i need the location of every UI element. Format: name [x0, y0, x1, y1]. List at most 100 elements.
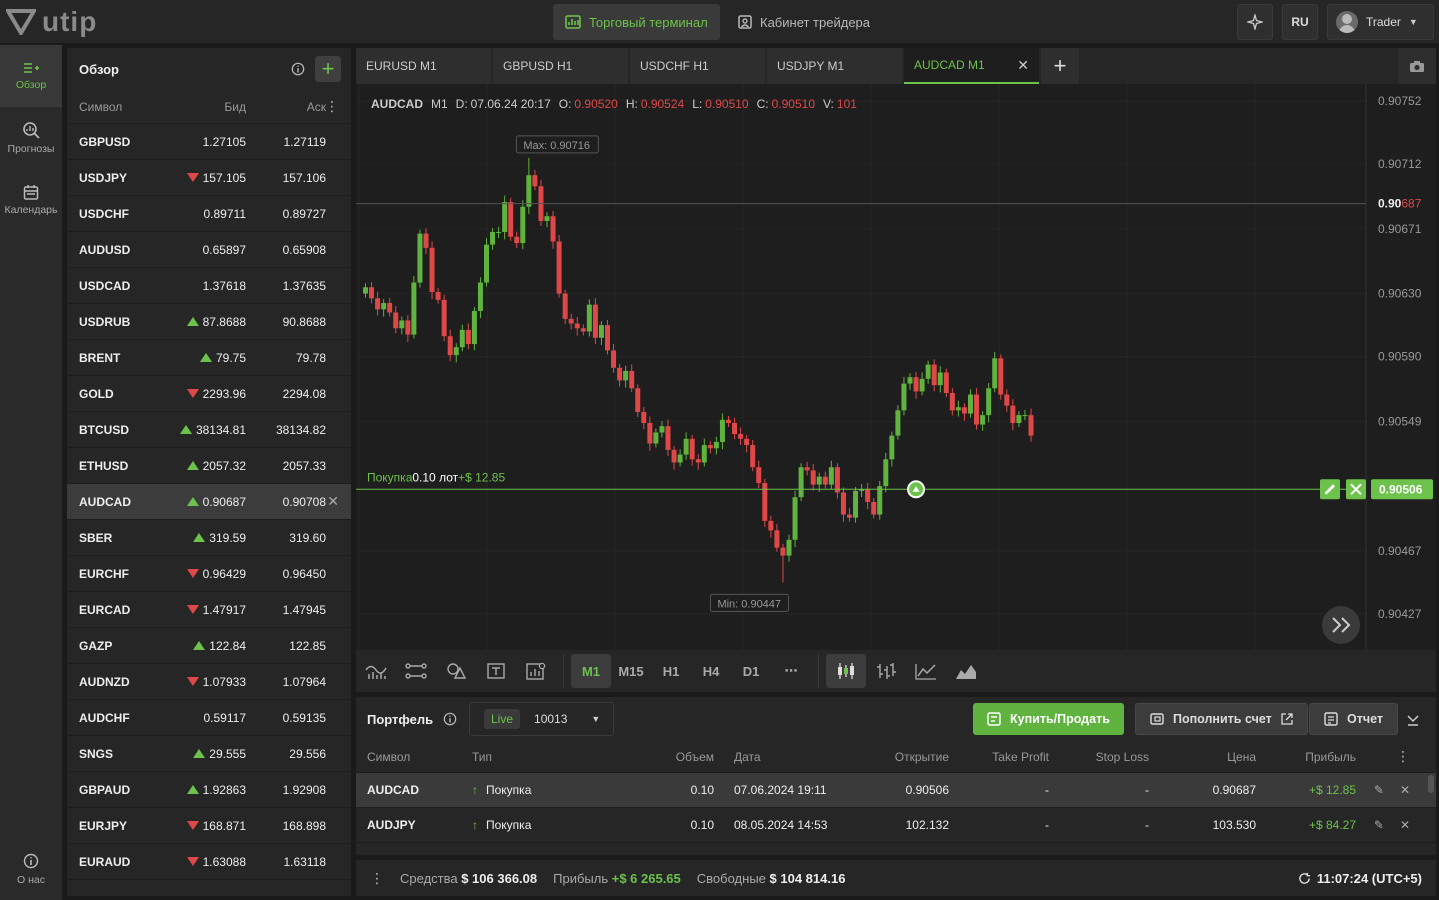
- sidebar-item-overview[interactable]: Обзор: [0, 45, 62, 107]
- watchlist-row-usdrub[interactable]: USDRUB 87.8688 90.8688: [67, 304, 351, 340]
- watchlist-row-audnzd[interactable]: AUDNZD 1.07933 1.07964: [67, 664, 351, 700]
- watchlist-row-usdcad[interactable]: USDCAD 1.37618 1.37635: [67, 268, 351, 304]
- kebab-menu-icon[interactable]: ⋮: [370, 870, 384, 887]
- watchlist-row-gbpaud[interactable]: GBPAUD 1.92863 1.92908: [67, 772, 351, 808]
- kebab-menu-icon[interactable]: ⋮: [325, 98, 339, 115]
- watchlist-row-eurchf[interactable]: EURCHF 0.96429 0.96450: [67, 556, 351, 592]
- close-icon[interactable]: ✕: [1400, 783, 1410, 797]
- toolbar-divider: [818, 654, 819, 688]
- deposit-button[interactable]: Пополнить счет: [1135, 703, 1308, 735]
- text-tool-button[interactable]: [476, 654, 516, 688]
- timeframe-h4[interactable]: H4: [691, 654, 731, 688]
- candles-chart-button[interactable]: [826, 654, 866, 688]
- tab-audcad-m1[interactable]: AUDCAD M1 ✕: [904, 48, 1039, 84]
- equity-label: Средства: [400, 870, 458, 886]
- watchlist-row-audchf[interactable]: AUDCHF 0.59117 0.59135: [67, 700, 351, 736]
- watchlist-row-audusd[interactable]: AUDUSD 0.65897 0.65908: [67, 232, 351, 268]
- more-timeframes-button[interactable]: ⋯: [771, 654, 811, 688]
- watchlist-row-ethusd[interactable]: ETHUSD 2057.32 2057.33: [67, 448, 351, 484]
- position-take-profit: -: [1045, 783, 1049, 797]
- screenshot-button[interactable]: [1398, 48, 1436, 84]
- sidebar-item-label: Календарь: [4, 204, 58, 216]
- close-icon[interactable]: ✕: [327, 493, 339, 510]
- report-button[interactable]: Отчет: [1309, 703, 1399, 735]
- sidebar-item-label: Обзор: [15, 79, 47, 91]
- tab-eurusd-m1[interactable]: EURUSD M1: [356, 48, 491, 84]
- watchlist-row-gold[interactable]: GOLD 2293.96 2294.08: [67, 376, 351, 412]
- area-chart-button[interactable]: [946, 654, 986, 688]
- watchlist-row-usdjpy[interactable]: USDJPY 157.105 157.106: [67, 160, 351, 196]
- watchlist-row-euraud[interactable]: EURAUD 1.63088 1.63118: [67, 844, 351, 880]
- sidebar-item-about[interactable]: О нас: [0, 853, 62, 886]
- tab-usdjpy-m1[interactable]: USDJPY M1: [767, 48, 902, 84]
- up-arrow-icon: [199, 353, 212, 362]
- info-icon[interactable]: [291, 62, 305, 76]
- position-profit: +$ 12.85: [1308, 783, 1356, 797]
- candle-body: [471, 310, 477, 345]
- edit-icon[interactable]: ✎: [1374, 818, 1384, 832]
- timeframe-m1[interactable]: M1: [571, 654, 611, 688]
- buy-sell-button[interactable]: Купить/Продать: [973, 703, 1124, 735]
- col-volume: Объем: [675, 749, 714, 764]
- timeframe-m15[interactable]: M15: [611, 654, 651, 688]
- timeframe-d1[interactable]: D1: [731, 654, 771, 688]
- sparkle-button[interactable]: [1237, 4, 1273, 40]
- watchlist-row-usdchf[interactable]: USDCHF 0.89711 0.89727: [67, 196, 351, 232]
- candle-body: [399, 320, 405, 329]
- watchlist-row-btcusd[interactable]: BTCUSD 38134.81 38134.82: [67, 412, 351, 448]
- price-chart[interactable]: 0.90752 0.90712 0.90671 0.90630 0.90590 0.905…: [356, 84, 1436, 692]
- close-icon[interactable]: ✕: [1400, 818, 1410, 832]
- chart-settings-button[interactable]: [516, 654, 556, 688]
- position-row[interactable]: AUDCAD ↑ Покупка 0.10 07.06.2024 19:11 0.9050…: [356, 773, 1436, 808]
- bars-chart-button[interactable]: [866, 654, 906, 688]
- language-button[interactable]: RU: [1282, 4, 1318, 40]
- close-icon[interactable]: ✕: [1017, 57, 1029, 74]
- free-margin-label: Свободные: [696, 870, 766, 886]
- watchlist-row-sber[interactable]: SBER 319.59 319.60: [67, 520, 351, 556]
- watchlist-row-eurcad[interactable]: EURCAD 1.47917 1.47945: [67, 592, 351, 628]
- current-price-label: 0.90687: [1378, 197, 1422, 211]
- info-date: 07.06.24 20:17: [471, 97, 551, 111]
- add-symbol-button[interactable]: +: [315, 56, 341, 82]
- sidebar-item-forecasts[interactable]: Прогнозы: [0, 107, 62, 169]
- shapes-tool-button[interactable]: [436, 654, 476, 688]
- equity-value: $ 106 366.08: [461, 870, 538, 886]
- watchlist-row-brent[interactable]: BRENT 79.75 79.78: [67, 340, 351, 376]
- user-menu[interactable]: Trader ▼: [1327, 4, 1434, 40]
- candle-body: [738, 434, 744, 439]
- trader-cabinet-button[interactable]: Кабинет трейдера: [726, 4, 882, 40]
- indicators-button[interactable]: [356, 654, 396, 688]
- symbol: USDRUB: [79, 314, 131, 329]
- kebab-menu-icon[interactable]: ⋮: [1396, 748, 1410, 765]
- watchlist-row-gazp[interactable]: GAZP 122.84 122.85: [67, 628, 351, 664]
- watchlist-row-eurjpy[interactable]: EURJPY 168.871 168.898: [67, 808, 351, 844]
- bid: 0.89711: [203, 206, 247, 221]
- lines-tool-button[interactable]: [396, 654, 436, 688]
- edit-icon[interactable]: ✎: [1374, 783, 1384, 797]
- bid: 1.37618: [202, 278, 246, 293]
- timeframe-h1[interactable]: H1: [651, 654, 691, 688]
- symbol: GBPUSD: [79, 134, 131, 149]
- line-chart-button[interactable]: [906, 654, 946, 688]
- tab-gbpusd-h1[interactable]: GBPUSD H1: [493, 48, 628, 84]
- trading-terminal-button[interactable]: Торговый терминал: [553, 4, 720, 40]
- watchlist-row-sngs[interactable]: SNGS 29.555 29.556: [67, 736, 351, 772]
- watchlist-row-gbpusd[interactable]: GBPUSD 1.27105 1.27119: [67, 124, 351, 160]
- scrollbar[interactable]: [1428, 775, 1434, 793]
- tab-usdchf-h1[interactable]: USDCHF H1: [630, 48, 765, 84]
- symbol: AUDCAD: [79, 494, 131, 509]
- indicators-icon: [365, 665, 387, 679]
- position-row[interactable]: AUDJPY ↑ Покупка 0.10 08.05.2024 14:53 102.13…: [356, 808, 1436, 843]
- position-side: Покупка: [367, 470, 413, 484]
- watchlist-row-audcad[interactable]: AUDCAD 0.90687 0.90708 ✕: [67, 484, 351, 520]
- logo[interactable]: utip: [6, 6, 97, 38]
- candle-body: [998, 358, 1004, 395]
- add-tab-button[interactable]: +: [1041, 48, 1079, 84]
- position-take-profit: -: [1045, 818, 1049, 832]
- info-icon[interactable]: [443, 712, 457, 726]
- candle-body: [677, 454, 683, 463]
- account-select[interactable]: Live 10013 ▼: [469, 702, 614, 736]
- sidebar-item-calendar[interactable]: Календарь: [0, 169, 62, 231]
- collapse-icon[interactable]: [1406, 712, 1420, 726]
- free-margin-value: $ 104 814.16: [769, 870, 846, 886]
